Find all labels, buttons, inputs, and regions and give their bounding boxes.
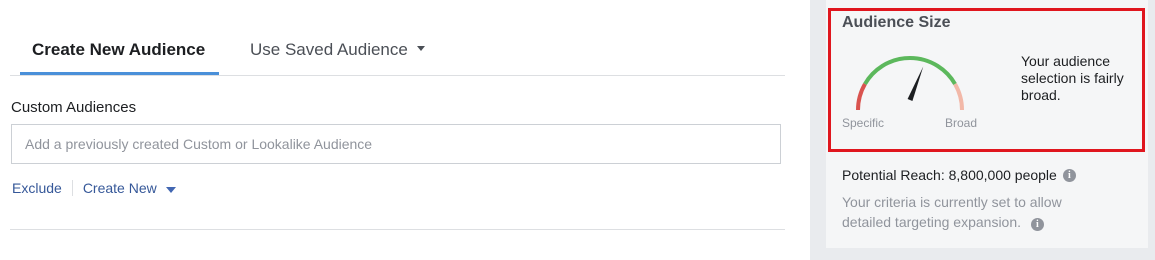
caret-down-icon	[416, 46, 425, 52]
divider	[10, 229, 785, 230]
audience-actions: Exclude Create New	[12, 179, 176, 197]
create-new-label: Create New	[82, 180, 157, 196]
link-separator	[71, 180, 73, 196]
caret-down-icon	[165, 187, 176, 193]
gauge-broad-label: Broad	[945, 116, 978, 130]
custom-audience-input-placeholder: Add a previously created Custom or Looka…	[25, 136, 373, 152]
gauge-broad-segment	[953, 83, 964, 111]
gauge-specific-segment	[856, 83, 867, 111]
targeting-panel: Create New Audience Use Saved Audience C…	[0, 0, 810, 260]
info-icon[interactable]: i	[1030, 218, 1044, 231]
divider	[10, 75, 785, 76]
custom-audiences-label: Custom Audiences	[11, 99, 137, 116]
gauge-needle	[907, 66, 924, 101]
audience-size-title: Audience Size	[842, 14, 951, 31]
tab-use-saved-audience[interactable]: Use Saved Audience	[250, 38, 425, 62]
gauge-specific-label: Specific	[842, 116, 885, 130]
potential-reach: Potential Reach: 8,800,000 people i	[842, 167, 1076, 184]
tab-use-saved-audience-label: Use Saved Audience	[250, 40, 408, 59]
audience-size-description: Your audience selection is fairly broad.	[1021, 53, 1124, 103]
targeting-expansion-note: Your criteria is currently set to allow …	[842, 192, 1102, 232]
tab-create-new-audience[interactable]: Create New Audience	[32, 38, 205, 62]
targeting-expansion-text: Your criteria is currently set to allow …	[842, 194, 1062, 230]
gauge-ideal-segment	[863, 56, 957, 86]
info-icon[interactable]: i	[1062, 169, 1076, 182]
audience-gauge-icon	[856, 56, 964, 111]
create-new-link[interactable]: Create New	[83, 179, 176, 197]
custom-audience-input[interactable]: Add a previously created Custom or Looka…	[11, 124, 781, 164]
potential-reach-text: Potential Reach: 8,800,000 people	[842, 167, 1057, 183]
exclude-link[interactable]: Exclude	[12, 179, 62, 197]
tab-create-new-audience-label: Create New Audience	[32, 40, 206, 59]
